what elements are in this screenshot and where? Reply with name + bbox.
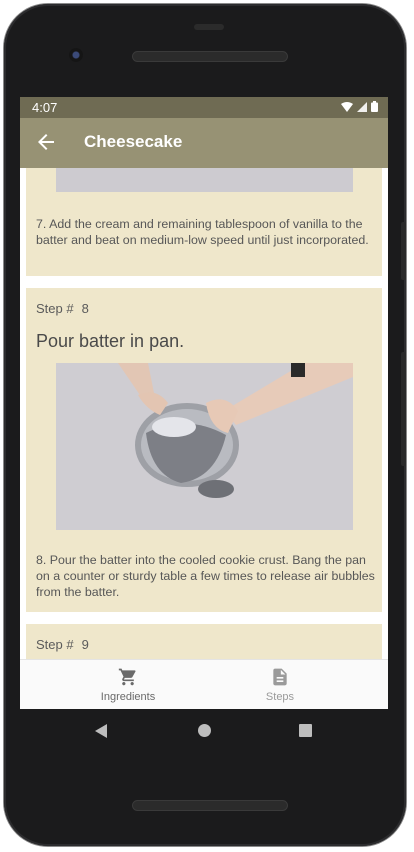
step-number: 9	[81, 637, 89, 652]
cart-icon	[118, 668, 136, 686]
app-screen: 4:07 Cheesecake 7. Add the cream and rem…	[20, 97, 388, 709]
bottom-speaker	[132, 800, 288, 811]
step-prefix: Step #	[36, 301, 74, 316]
status-bar: 4:07	[20, 97, 388, 118]
step-card[interactable]: Step # 8 Pour batter in pan. 8. Pour the …	[26, 288, 382, 612]
system-home-icon[interactable]	[198, 724, 211, 737]
nav-steps[interactable]: Steps	[188, 660, 372, 709]
steps-list[interactable]: 7. Add the cream and remaining tablespoo…	[20, 168, 388, 659]
status-icons	[341, 101, 378, 112]
step-video-thumbnail[interactable]	[56, 168, 353, 192]
bottom-navigation: Ingredients Steps	[20, 659, 388, 709]
mixing-bowl-image	[56, 363, 353, 530]
earpiece-speaker	[132, 51, 288, 62]
step-card[interactable]: Step # 9	[26, 624, 382, 659]
top-slot	[194, 24, 224, 30]
step-prefix: Step #	[36, 637, 74, 652]
app-bar: Cheesecake	[20, 118, 388, 168]
front-camera-icon	[69, 48, 83, 62]
step-number-label: Step # 9	[36, 637, 89, 652]
volume-button	[401, 352, 406, 466]
status-time: 4:07	[32, 100, 58, 115]
system-back-icon[interactable]	[95, 724, 107, 738]
page-title: Cheesecake	[84, 132, 183, 151]
battery-icon	[371, 101, 378, 112]
back-arrow-icon[interactable]	[34, 130, 58, 154]
system-recents-icon[interactable]	[299, 724, 312, 737]
signal-icon	[357, 101, 367, 112]
power-button	[401, 222, 406, 280]
step-short-description: Pour batter in pan.	[36, 331, 185, 351]
document-icon	[273, 668, 287, 686]
system-navigation-bar	[20, 709, 388, 753]
nav-steps-label: Steps	[265, 691, 295, 703]
step-card[interactable]: 7. Add the cream and remaining tablespoo…	[26, 168, 382, 276]
step-description: 8. Pour the batter into the cooled cooki…	[36, 553, 375, 599]
step-number-label: Step # 8	[36, 301, 89, 316]
step-description: 7. Add the cream and remaining tablespoo…	[36, 217, 369, 247]
step-number: 8	[81, 301, 89, 316]
wifi-icon	[341, 101, 353, 112]
step-video-thumbnail[interactable]	[56, 363, 353, 530]
